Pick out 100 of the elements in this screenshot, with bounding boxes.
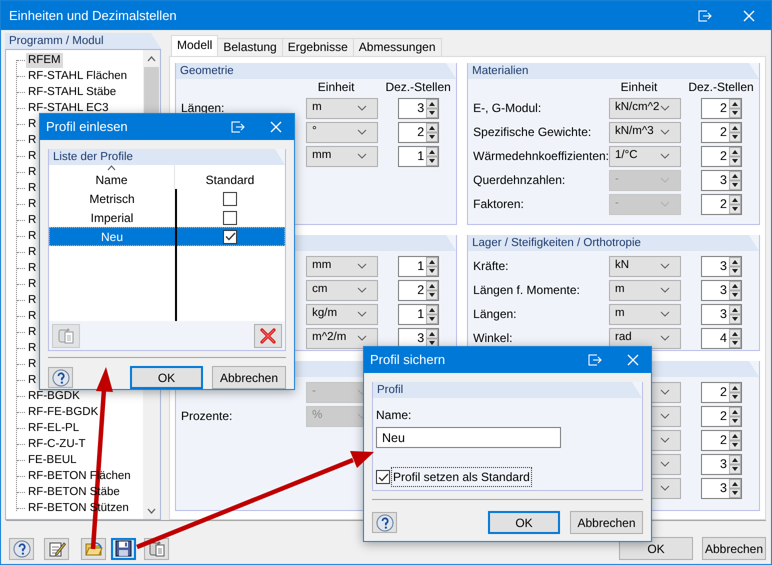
stepper-icon[interactable]: [729, 122, 741, 142]
dialog-button[interactable]: Abbrechen: [212, 366, 286, 389]
tree-item[interactable]: R: [26, 324, 38, 340]
number-spinner[interactable]: 1: [398, 256, 440, 276]
number-spinner[interactable]: 1: [398, 146, 440, 166]
number-spinner[interactable]: 3: [398, 98, 440, 118]
dropdown[interactable]: m: [609, 280, 681, 300]
tab[interactable]: Abmessungen: [352, 38, 442, 56]
dropdown[interactable]: cm: [306, 280, 378, 300]
tree-item[interactable]: RF-STAHL Stäbe: [26, 84, 118, 100]
close-icon[interactable]: [742, 8, 756, 22]
dialog-button[interactable]: OK: [619, 537, 693, 560]
stepper-icon[interactable]: [426, 146, 438, 166]
tree-item[interactable]: FE-BEUL: [26, 452, 79, 468]
tree-item[interactable]: R: [26, 196, 38, 212]
stepper-icon[interactable]: [729, 328, 741, 348]
stepper-icon[interactable]: [729, 256, 741, 276]
number-spinner[interactable]: 2: [701, 406, 742, 426]
scroll-down-icon[interactable]: [147, 508, 156, 514]
stepper-icon[interactable]: [729, 194, 741, 214]
edit-button[interactable]: [44, 538, 69, 560]
number-spinner[interactable]: 3: [701, 280, 742, 300]
stepper-icon[interactable]: [426, 304, 438, 324]
help-button[interactable]: [372, 512, 397, 533]
stepper-icon[interactable]: [729, 280, 741, 300]
number-spinner[interactable]: 1: [398, 304, 440, 324]
dialog-button[interactable]: OK: [130, 366, 203, 389]
stepper-icon[interactable]: [729, 146, 741, 166]
table-row[interactable]: Metrisch: [49, 189, 285, 208]
scroll-up-icon[interactable]: [147, 56, 156, 62]
stepper-icon[interactable]: [729, 170, 741, 190]
checkbox-label[interactable]: Profil setzen als Standard: [392, 468, 531, 486]
number-spinner[interactable]: 2: [701, 430, 742, 450]
dropdown[interactable]: mm: [306, 256, 378, 276]
stepper-icon[interactable]: [729, 430, 741, 450]
dialog-button[interactable]: Abbrechen: [570, 511, 643, 534]
number-spinner[interactable]: 2: [701, 122, 742, 142]
stepper-icon[interactable]: [729, 98, 741, 118]
tree-item[interactable]: R: [26, 164, 38, 180]
number-spinner[interactable]: 2: [398, 280, 440, 300]
tree-item[interactable]: R: [26, 372, 38, 388]
tree-item[interactable]: R: [26, 116, 38, 132]
tree-item[interactable]: R: [26, 132, 38, 148]
number-spinner[interactable]: 2: [701, 146, 742, 166]
number-spinner[interactable]: 4: [701, 328, 742, 348]
table-row[interactable]: Neu: [49, 227, 285, 246]
dialog-button[interactable]: OK: [488, 511, 560, 534]
dropdown[interactable]: kN: [609, 256, 681, 276]
help-button[interactable]: [9, 538, 34, 560]
dropdown[interactable]: kN/m^3: [609, 122, 681, 142]
number-spinner[interactable]: 2: [701, 382, 742, 402]
number-spinner[interactable]: 3: [701, 256, 742, 276]
tree-item[interactable]: RF-BGDK: [26, 388, 82, 404]
tree-item[interactable]: R: [26, 356, 38, 372]
number-spinner[interactable]: 3: [701, 304, 742, 324]
checkbox[interactable]: [223, 192, 237, 206]
tree-item[interactable]: R: [26, 340, 38, 356]
name-field[interactable]: Neu: [376, 427, 561, 448]
number-spinner[interactable]: 3: [398, 328, 440, 348]
stepper-icon[interactable]: [729, 454, 741, 474]
window-export-icon[interactable]: [231, 121, 245, 133]
window-export-icon[interactable]: [698, 10, 712, 22]
dropdown[interactable]: m: [609, 304, 681, 324]
tree-item[interactable]: RF-FE-BGDK: [26, 404, 100, 420]
column-header[interactable]: Name: [95, 171, 128, 189]
tree-item[interactable]: R: [26, 180, 38, 196]
stepper-icon[interactable]: [729, 406, 741, 426]
delete-button[interactable]: [254, 324, 282, 348]
dropdown[interactable]: m^2/m: [306, 328, 378, 348]
tree-item[interactable]: R: [26, 228, 38, 244]
tree-item[interactable]: R: [26, 148, 38, 164]
checkbox[interactable]: [376, 470, 390, 484]
tree-item[interactable]: R: [26, 308, 38, 324]
tree-item[interactable]: RFEM: [26, 52, 63, 68]
tree-item[interactable]: R: [26, 212, 38, 228]
dropdown[interactable]: m: [306, 98, 378, 118]
tree-item[interactable]: R: [26, 276, 38, 292]
tree-item[interactable]: R: [26, 292, 38, 308]
window-export-icon[interactable]: [588, 354, 602, 366]
dropdown[interactable]: mm: [306, 146, 378, 166]
close-icon[interactable]: [626, 353, 640, 367]
number-spinner[interactable]: 2: [701, 98, 742, 118]
dropdown[interactable]: °: [306, 122, 378, 142]
close-icon[interactable]: [269, 120, 283, 134]
number-spinner[interactable]: 2: [398, 122, 440, 142]
checkbox[interactable]: [223, 230, 237, 244]
open-button[interactable]: [81, 538, 106, 560]
stepper-icon[interactable]: [426, 98, 438, 118]
table-row[interactable]: Imperial: [49, 208, 285, 227]
stepper-icon[interactable]: [426, 122, 438, 142]
tab[interactable]: Ergebnisse: [282, 38, 354, 56]
dropdown[interactable]: kg/m: [306, 304, 378, 324]
dialog-button[interactable]: Abbrechen: [702, 537, 766, 560]
tree-item[interactable]: RF-STAHL EC3: [26, 100, 111, 116]
stepper-icon[interactable]: [426, 256, 438, 276]
tab[interactable]: Modell: [171, 35, 218, 56]
tree-item[interactable]: RF-EL-PL: [26, 420, 82, 436]
tree-item[interactable]: RF-STAHL Flächen: [26, 68, 130, 84]
tab[interactable]: Belastung: [217, 38, 283, 56]
tree-item[interactable]: RF-C-ZU-T: [26, 436, 88, 452]
